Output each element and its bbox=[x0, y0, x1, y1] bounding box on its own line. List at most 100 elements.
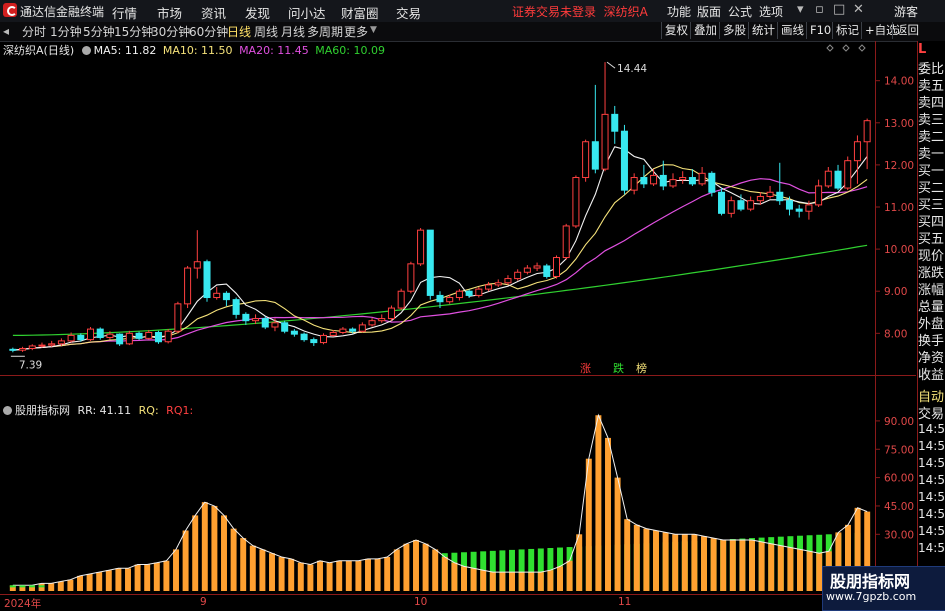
period-daily[interactable]: 日线 bbox=[227, 23, 251, 40]
candle-body bbox=[417, 229, 425, 265]
candle-body bbox=[795, 208, 803, 212]
x-label-oct: 10 bbox=[414, 596, 428, 608]
indicator-green-stub bbox=[19, 585, 26, 588]
menu-news[interactable]: 资讯 bbox=[201, 3, 226, 22]
indicator-bar bbox=[134, 564, 141, 591]
indicator-bar bbox=[749, 539, 755, 591]
menu-discover[interactable]: 发现 bbox=[245, 3, 270, 22]
indicator-bar bbox=[317, 560, 323, 591]
rq-line bbox=[12, 413, 868, 586]
period-multi[interactable]: 多周期 bbox=[307, 23, 343, 40]
indicator-bar bbox=[307, 564, 314, 591]
menu-options[interactable]: 选项 bbox=[759, 3, 783, 20]
indicator-bar bbox=[643, 528, 650, 591]
candle-body bbox=[261, 318, 269, 328]
indicator-bar bbox=[384, 556, 391, 591]
tool-overlay[interactable]: 叠加 bbox=[690, 22, 720, 39]
candle-body bbox=[125, 332, 133, 345]
indicator-tick-label: 60.00 bbox=[884, 473, 914, 485]
ma20-value: MA20: 11.45 bbox=[239, 44, 309, 57]
menu-layout[interactable]: 版面 bbox=[697, 3, 721, 20]
period-15min[interactable]: 15分钟 bbox=[114, 23, 153, 40]
indicator-bar bbox=[115, 568, 122, 591]
indicator-bar bbox=[86, 573, 93, 591]
menu-quotes[interactable]: 行情 bbox=[112, 3, 137, 22]
tag-rank[interactable]: 榜 bbox=[636, 360, 647, 376]
candle-body bbox=[824, 170, 832, 187]
candle-body bbox=[407, 263, 415, 292]
candle-body bbox=[727, 200, 735, 214]
tool-adjust[interactable]: 复权 bbox=[661, 22, 691, 39]
indicator-tick-label: 75.00 bbox=[884, 444, 914, 456]
menu-formula[interactable]: 公式 bbox=[728, 3, 752, 20]
more-chevron-down-icon[interactable]: ▼ bbox=[370, 25, 377, 35]
panel-time: 14:56 bbox=[918, 439, 945, 453]
guest-user[interactable]: 游客 bbox=[894, 3, 918, 20]
indicator-bar bbox=[201, 502, 208, 591]
ma-legend: 深纺织A(日线) MA5: 11.82 MA10: 11.50 MA20: 11… bbox=[3, 42, 385, 58]
high-price-label: 14.44 bbox=[617, 63, 647, 75]
menu-ask[interactable]: 问小达 bbox=[288, 3, 326, 22]
tool-mark[interactable]: 标记 bbox=[832, 22, 862, 39]
period-tick[interactable]: 分时 bbox=[22, 23, 46, 40]
broker-status[interactable]: 证券交易未登录 深纺织A bbox=[512, 3, 648, 20]
indicator-green-stub bbox=[29, 585, 35, 588]
indicator-bar bbox=[576, 534, 583, 591]
period-5min[interactable]: 5分钟 bbox=[83, 23, 115, 40]
maximize-icon[interactable]: □ bbox=[833, 2, 845, 17]
indicator-bar bbox=[393, 549, 400, 591]
tool-back[interactable]: 返回 bbox=[892, 22, 922, 39]
x-label-sep: 9 bbox=[200, 596, 207, 608]
indicator-bar bbox=[326, 562, 333, 591]
tag-fall[interactable]: 跌 bbox=[613, 360, 624, 376]
minimize-icon[interactable]: ▾ bbox=[797, 2, 804, 17]
tool-draw[interactable]: 画线 bbox=[777, 22, 807, 39]
candle-body bbox=[582, 141, 590, 179]
panel-collapse-icon[interactable]: L bbox=[918, 42, 945, 57]
menu-trade[interactable]: 交易 bbox=[396, 3, 421, 22]
menu-market[interactable]: 市场 bbox=[157, 3, 182, 22]
candle-body bbox=[145, 331, 153, 339]
candle-body bbox=[232, 299, 240, 315]
panel-trade[interactable]: 交易 bbox=[918, 403, 945, 422]
menu-wealth[interactable]: 财富圈 bbox=[341, 3, 379, 22]
period-1min[interactable]: 1分钟 bbox=[50, 23, 82, 40]
price-tick-label: 12.00 bbox=[884, 160, 914, 172]
candle-body bbox=[747, 200, 755, 210]
menu-function[interactable]: 功能 bbox=[667, 3, 691, 20]
candle-body bbox=[708, 172, 716, 193]
restore-icon[interactable]: ▫ bbox=[815, 2, 824, 17]
candle-body bbox=[154, 331, 162, 343]
indicator-bar bbox=[297, 562, 304, 591]
stock-name[interactable]: 深纺织A bbox=[3, 44, 44, 57]
indicator-bar bbox=[461, 566, 467, 591]
period-more[interactable]: 更多 bbox=[344, 23, 368, 40]
candle-body bbox=[834, 170, 842, 189]
period-monthly[interactable]: 月线 bbox=[281, 23, 305, 40]
candle-body bbox=[271, 322, 279, 328]
tag-rise[interactable]: 涨 bbox=[580, 360, 591, 376]
candlestick-chart[interactable]: 14.00 13.00 12.00 11.00 10.00 9.00 8.00 14.44 7.… bbox=[0, 41, 916, 375]
tool-multi-stock[interactable]: 多股 bbox=[719, 22, 749, 39]
indicator-gear-icon[interactable] bbox=[3, 406, 12, 415]
toolbar-back-icon[interactable]: ◂ bbox=[3, 24, 9, 38]
panel-time: 14:56 bbox=[918, 507, 945, 521]
indicator-chart[interactable]: 90.00 75.00 60.00 45.00 30.00 bbox=[0, 398, 916, 593]
settings-gear-icon[interactable] bbox=[81, 46, 91, 55]
indicator-name[interactable]: 股朋指标网 bbox=[15, 404, 70, 417]
indicator-bar bbox=[518, 572, 525, 591]
period-60min[interactable]: 60分钟 bbox=[189, 23, 228, 40]
close-icon[interactable]: ✕ bbox=[853, 2, 864, 17]
candle-body bbox=[650, 174, 658, 185]
period-30min[interactable]: 30分钟 bbox=[151, 23, 190, 40]
indicator-bar bbox=[192, 515, 199, 591]
period-weekly[interactable]: 周线 bbox=[254, 23, 278, 40]
ma5-line bbox=[12, 146, 868, 351]
candle-body bbox=[349, 328, 357, 332]
indicator-bar bbox=[499, 572, 506, 591]
candle-body bbox=[465, 290, 473, 296]
tool-f10[interactable]: F10 bbox=[806, 22, 834, 39]
indicator-bar bbox=[605, 437, 611, 591]
indicator-bar bbox=[278, 556, 285, 591]
tool-stats[interactable]: 统计 bbox=[748, 22, 778, 39]
